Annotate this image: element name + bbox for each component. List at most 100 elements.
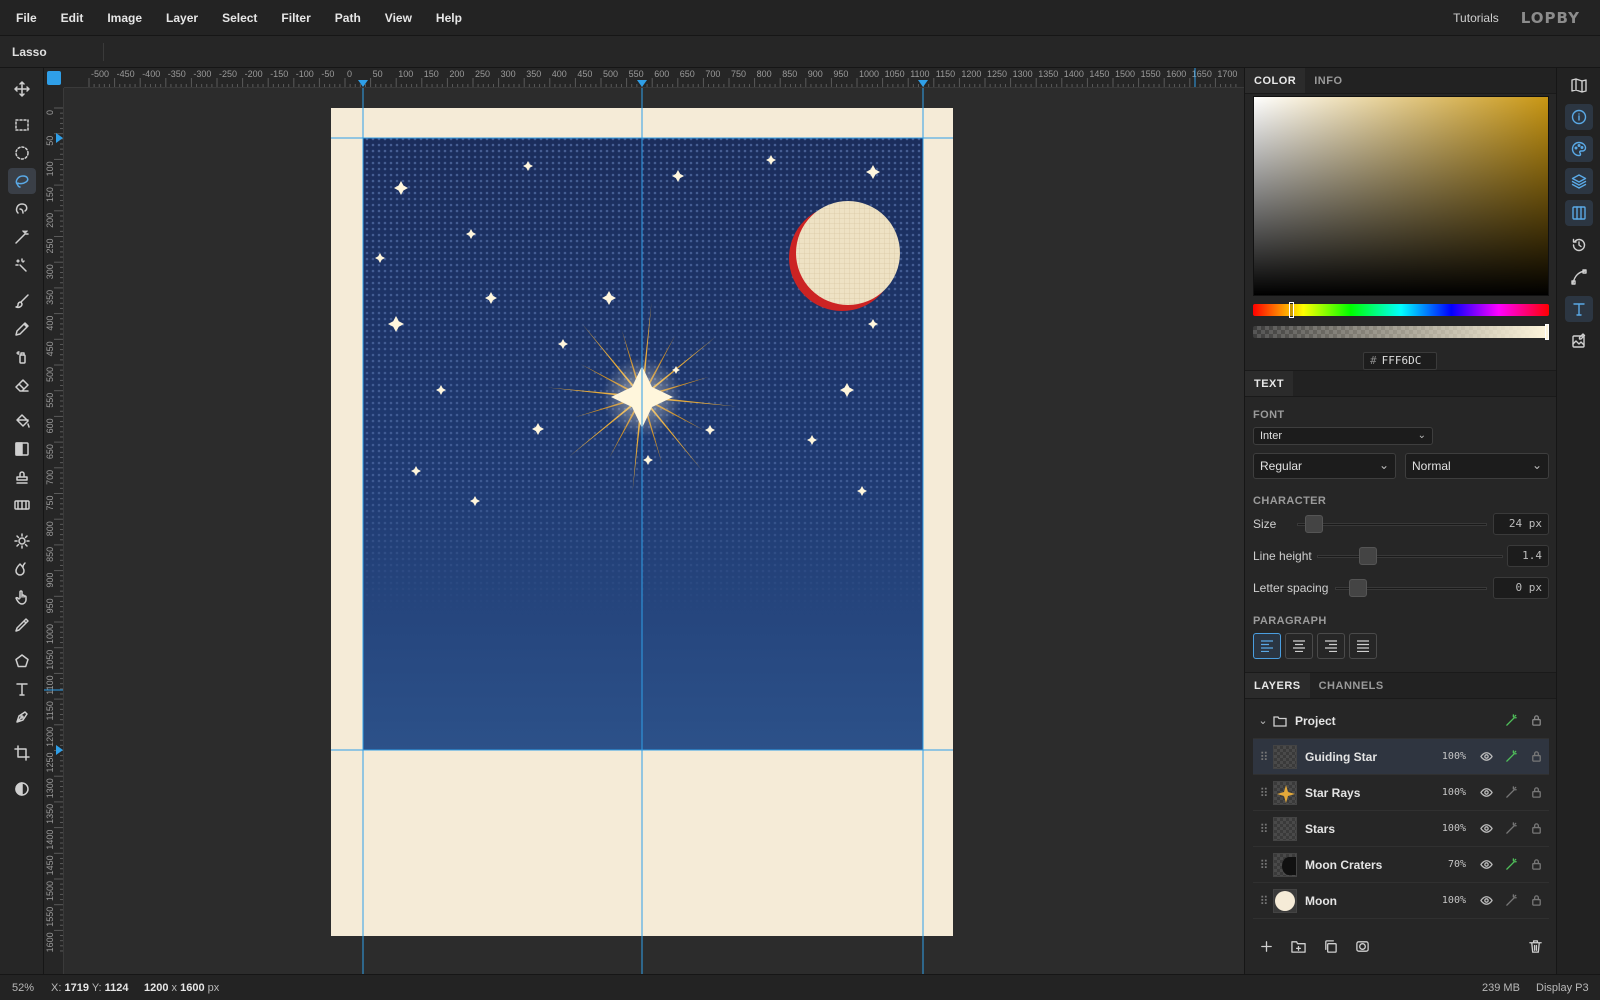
ruler-origin-button[interactable] [47,71,61,85]
pencil-tool[interactable] [8,316,36,342]
letter-spacing-slider-handle[interactable] [1349,579,1367,597]
eraser-tool[interactable] [8,372,36,398]
canvas-workspace[interactable] [64,88,1244,974]
ellipse-select-tool[interactable] [8,140,36,166]
font-size-input[interactable]: 24 px [1493,513,1549,535]
color-panel-button[interactable] [1565,136,1593,162]
menu-file[interactable]: File [0,11,49,25]
hex-input[interactable]: # FFF6DC [1363,352,1437,370]
lock-icon[interactable] [1524,858,1549,871]
menu-layer[interactable]: Layer [154,11,210,25]
layers-panel-button[interactable] [1565,168,1593,194]
mask-mode-tool[interactable] [8,776,36,802]
menu-path[interactable]: Path [323,11,373,25]
effects-icon[interactable] [1499,714,1524,727]
duplicate-layer-button[interactable] [1323,939,1338,957]
drag-handle-icon[interactable]: ⠿ [1253,750,1273,764]
hue-slider[interactable] [1253,302,1549,318]
magic-wand-tool[interactable] [8,224,36,250]
line-height-slider-handle[interactable] [1359,547,1377,565]
alpha-slider-handle[interactable] [1545,324,1549,340]
lock-icon[interactable] [1524,894,1549,907]
guide-marker[interactable] [56,745,63,755]
tutorials-link[interactable]: Tutorials [1453,11,1499,25]
align-center-button[interactable] [1285,633,1313,659]
image-panel-button[interactable] [1565,328,1593,354]
stamp-tool[interactable] [8,464,36,490]
add-group-button[interactable] [1291,939,1306,957]
chevron-down-icon[interactable]: ⌄ [1253,714,1273,727]
layer-opacity[interactable]: 100% [1432,823,1466,834]
line-height-input[interactable]: 1.4 [1507,545,1549,567]
layer-row[interactable]: ⠿ Moon 100% [1253,883,1549,919]
drag-handle-icon[interactable]: ⠿ [1253,822,1273,836]
guide-marker[interactable] [918,80,928,87]
alpha-slider[interactable] [1253,324,1549,340]
layer-row[interactable]: ⠿ Guiding Star 100% [1253,739,1549,775]
menu-help[interactable]: Help [424,11,474,25]
eye-icon[interactable] [1474,822,1499,835]
smudge-tool[interactable] [8,584,36,610]
drag-handle-icon[interactable]: ⠿ [1253,786,1273,800]
text-tool[interactable] [8,676,36,702]
layer-opacity[interactable]: 70% [1432,859,1466,870]
align-right-button[interactable] [1317,633,1345,659]
lock-icon[interactable] [1524,750,1549,763]
guide-marker[interactable] [637,80,647,87]
info-panel-button[interactable] [1565,104,1593,130]
effects-icon[interactable] [1499,894,1524,907]
hue-slider-handle[interactable] [1289,302,1294,318]
tab-layers[interactable]: LAYERS [1245,673,1310,698]
add-layer-button[interactable] [1259,939,1274,957]
document-canvas[interactable] [64,88,1244,974]
eye-icon[interactable] [1474,786,1499,799]
layer-opacity[interactable]: 100% [1432,895,1466,906]
lock-icon[interactable] [1524,786,1549,799]
menu-view[interactable]: View [373,11,424,25]
tab-channels[interactable]: CHANNELS [1310,673,1393,698]
line-height-slider[interactable] [1317,555,1503,558]
menu-filter[interactable]: Filter [269,11,322,25]
layer-opacity[interactable]: 100% [1432,787,1466,798]
pattern-tool[interactable] [8,492,36,518]
paths-panel-button[interactable] [1565,264,1593,290]
bucket-tool[interactable] [8,408,36,434]
font-size-slider-handle[interactable] [1305,515,1323,533]
horizontal-ruler[interactable]: -500 -450 -400 -350 -300 -250 -200 -150 -100 -50 0… [64,68,1244,88]
brush-tool[interactable] [8,288,36,314]
layer-row[interactable]: ⠿ Star Rays 100% [1253,775,1549,811]
quick-select-tool[interactable] [8,196,36,222]
navigator-panel-button[interactable] [1565,72,1593,98]
spot-heal-tool[interactable] [8,252,36,278]
menu-edit[interactable]: Edit [49,11,96,25]
vertical-ruler[interactable]: 0 50 100 150 200 250 300 350 400 450 500 550 600 650 7… [44,88,64,974]
shape-tool[interactable] [8,648,36,674]
layer-row[interactable]: ⠿ Stars 100% [1253,811,1549,847]
crop-tool[interactable] [8,740,36,766]
dodge-tool[interactable] [8,528,36,554]
tab-color[interactable]: COLOR [1245,68,1306,93]
drag-handle-icon[interactable]: ⠿ [1253,894,1273,908]
gradient-tool[interactable] [8,436,36,462]
menu-image[interactable]: Image [95,11,154,25]
effects-icon[interactable] [1499,858,1524,871]
font-style-select[interactable]: Normal ⌄ [1405,453,1549,479]
saturation-value-picker[interactable] [1253,96,1549,296]
effects-icon[interactable] [1499,822,1524,835]
guide-marker[interactable] [358,80,368,87]
eye-icon[interactable] [1474,750,1499,763]
tab-info[interactable]: INFO [1305,68,1351,93]
eyedropper-tool[interactable] [8,612,36,638]
blur-tool[interactable] [8,556,36,582]
layer-opacity[interactable]: 100% [1432,751,1466,762]
letter-spacing-input[interactable]: 0 px [1493,577,1549,599]
spray-tool[interactable] [8,344,36,370]
align-left-button[interactable] [1253,633,1281,659]
channels-panel-button[interactable] [1565,200,1593,226]
lock-icon[interactable] [1524,714,1549,727]
lasso-tool[interactable] [8,168,36,194]
menu-select[interactable]: Select [210,11,269,25]
lock-icon[interactable] [1524,822,1549,835]
font-family-select[interactable]: Inter ⌄ [1253,427,1433,445]
ruler-corner[interactable] [44,68,64,88]
